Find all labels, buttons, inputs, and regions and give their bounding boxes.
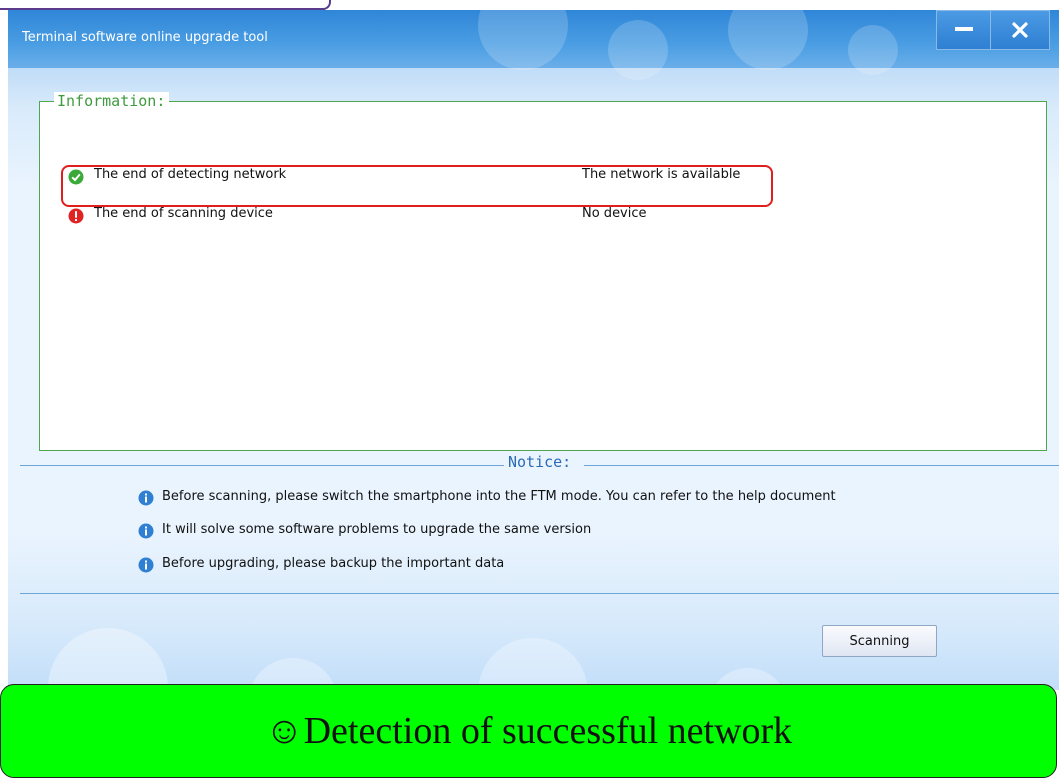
network-highlight-box — [61, 165, 773, 207]
minimize-button[interactable] — [936, 10, 990, 50]
notice-text: Before scanning, please switch the smart… — [162, 489, 836, 504]
caption-banner: ☺Detection of successful network — [0, 684, 1057, 778]
notice-divider-left — [20, 465, 504, 466]
info-circle-icon — [138, 523, 154, 539]
notice-text: Before upgrading, please backup the impo… — [162, 556, 505, 571]
app-window: Terminal software online upgrade tool In… — [8, 10, 1059, 690]
info-row-label: The end of scanning device — [94, 206, 273, 221]
notice-divider-right — [584, 465, 1059, 466]
top-annotation-fragment — [0, 0, 331, 10]
close-icon — [1012, 22, 1028, 38]
titlebar-bubble — [728, 10, 808, 70]
bottom-divider — [20, 593, 1059, 594]
info-row-value: No device — [582, 206, 647, 221]
notice-legend: Notice: — [508, 453, 572, 471]
info-circle-icon — [138, 557, 154, 573]
notice-text: It will solve some software problems to … — [162, 522, 592, 537]
error-circle-icon — [68, 208, 84, 224]
information-group: Information: The end of detecting networ… — [39, 92, 1047, 451]
scanning-button[interactable]: Scanning — [822, 625, 937, 657]
window-title: Terminal software online upgrade tool — [22, 30, 268, 45]
close-button[interactable] — [990, 10, 1050, 50]
information-legend: Information: — [54, 92, 170, 110]
title-bar: Terminal software online upgrade tool — [8, 10, 1059, 80]
info-circle-icon — [138, 490, 154, 506]
background-bubble — [478, 638, 588, 690]
main-content: Information: The end of detecting networ… — [8, 68, 1059, 690]
titlebar-bubble — [478, 10, 568, 70]
minimize-icon — [954, 27, 973, 31]
caption-text: ☺Detection of successful network — [264, 710, 793, 752]
background-bubble — [48, 628, 168, 690]
